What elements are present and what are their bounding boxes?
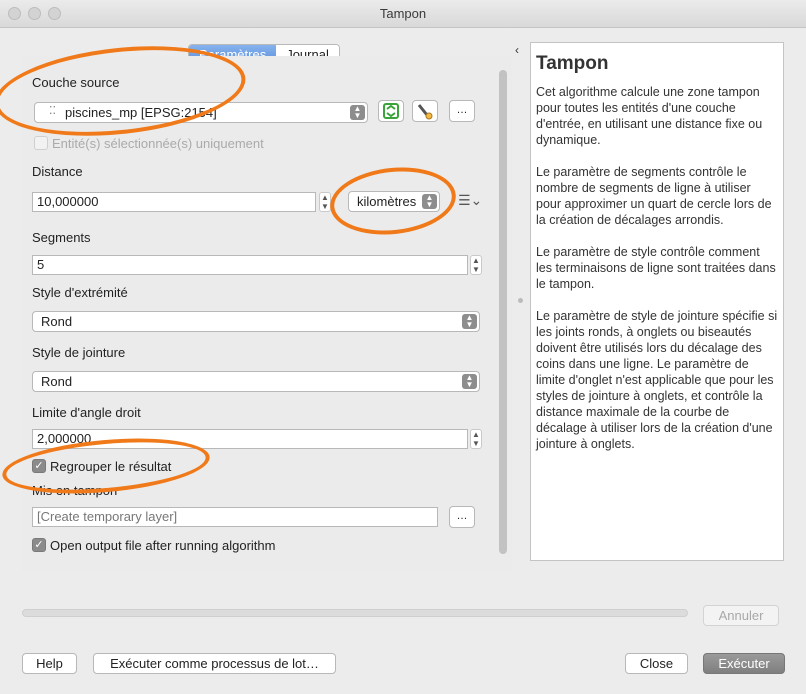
- help-title: Tampon: [536, 53, 609, 74]
- segments-label: Segments: [32, 230, 91, 245]
- batch-process-button[interactable]: Exécuter comme processus de lot…: [93, 653, 336, 674]
- distance-label: Distance: [32, 164, 83, 179]
- collapse-help-chevron-icon[interactable]: ‹: [515, 43, 519, 57]
- help-paragraph: Le paramètre de segments contrôle le nom…: [536, 165, 772, 227]
- selected-only-checkbox[interactable]: [34, 136, 48, 150]
- open-output-label: Open output file after running algorithm: [50, 538, 276, 553]
- end-cap-label: Style d'extrémité: [32, 285, 128, 300]
- progress-bar: [22, 609, 688, 617]
- distance-unit-combo[interactable]: kilomètres ▲ ▼: [348, 191, 440, 212]
- wrench-icon[interactable]: [412, 100, 438, 122]
- chevron-updown-icon: ▲ ▼: [422, 194, 437, 209]
- miter-limit-label: Limite d'angle droit: [32, 405, 141, 420]
- help-paragraph: Le paramètre de style contrôle comment l…: [536, 245, 776, 291]
- data-defined-override-icon[interactable]: ☰⌄: [458, 192, 482, 209]
- source-layer-value: piscines_mp [EPSG:2154]: [65, 105, 217, 120]
- distance-unit-value: kilomètres: [357, 194, 417, 209]
- chevron-updown-icon: ▲ ▼: [462, 374, 477, 389]
- output-input[interactable]: [Create temporary layer]: [32, 507, 438, 527]
- end-cap-value: Rond: [41, 314, 73, 329]
- join-style-combo[interactable]: Rond ▲ ▼: [32, 371, 480, 392]
- point-layer-icon: ⁚⁚: [49, 105, 56, 117]
- output-options-button[interactable]: …: [449, 506, 475, 528]
- help-panel: Tampon Cet algorithme calcule une zone t…: [530, 42, 784, 561]
- help-paragraph: Cet algorithme calcule une zone tampon p…: [536, 85, 763, 147]
- miter-limit-input[interactable]: 2,000000: [32, 429, 468, 449]
- run-button[interactable]: Exécuter: [703, 653, 785, 674]
- distance-input[interactable]: 10,000000: [32, 192, 316, 212]
- source-layer-combo[interactable]: ⁚⁚ piscines_mp [EPSG:2154] ▲ ▼: [34, 102, 368, 123]
- close-button[interactable]: Close: [625, 653, 688, 674]
- window-title: Tampon: [379, 6, 427, 21]
- splitter-handle[interactable]: [518, 298, 523, 303]
- chevron-updown-icon: ▲ ▼: [350, 105, 365, 120]
- scrollbar-thumb[interactable]: [499, 70, 507, 554]
- source-layer-label: Couche source: [32, 75, 120, 90]
- segments-spinner[interactable]: ▲ ▼: [470, 255, 482, 275]
- help-button[interactable]: Help: [22, 653, 77, 674]
- title-bar: Tampon: [0, 0, 806, 28]
- distance-spinner[interactable]: ▲ ▼: [319, 192, 331, 212]
- ellipsis-icon: …: [456, 104, 468, 116]
- miter-limit-spinner[interactable]: ▲ ▼: [470, 429, 482, 449]
- cancel-button[interactable]: Annuler: [703, 605, 779, 626]
- iterate-icon[interactable]: [378, 100, 404, 122]
- end-cap-combo[interactable]: Rond ▲ ▼: [32, 311, 480, 332]
- selected-only-label: Entité(s) sélectionnée(s) uniquement: [52, 136, 264, 151]
- source-layer-options-button[interactable]: …: [449, 100, 475, 122]
- output-label: Mis en tampon: [32, 483, 118, 498]
- open-output-checkbox[interactable]: ✓: [32, 538, 46, 552]
- parameters-scrollbar[interactable]: [496, 66, 511, 560]
- chevron-updown-icon: ▲ ▼: [462, 314, 477, 329]
- join-style-value: Rond: [41, 374, 73, 389]
- help-paragraph: Le paramètre de style de jointure spécif…: [536, 309, 778, 451]
- dissolve-label: Regrouper le résultat: [50, 459, 172, 474]
- ellipsis-icon: …: [456, 510, 468, 522]
- join-style-label: Style de jointure: [32, 345, 126, 360]
- dissolve-checkbox[interactable]: ✓: [32, 459, 46, 473]
- segments-input[interactable]: 5: [32, 255, 468, 275]
